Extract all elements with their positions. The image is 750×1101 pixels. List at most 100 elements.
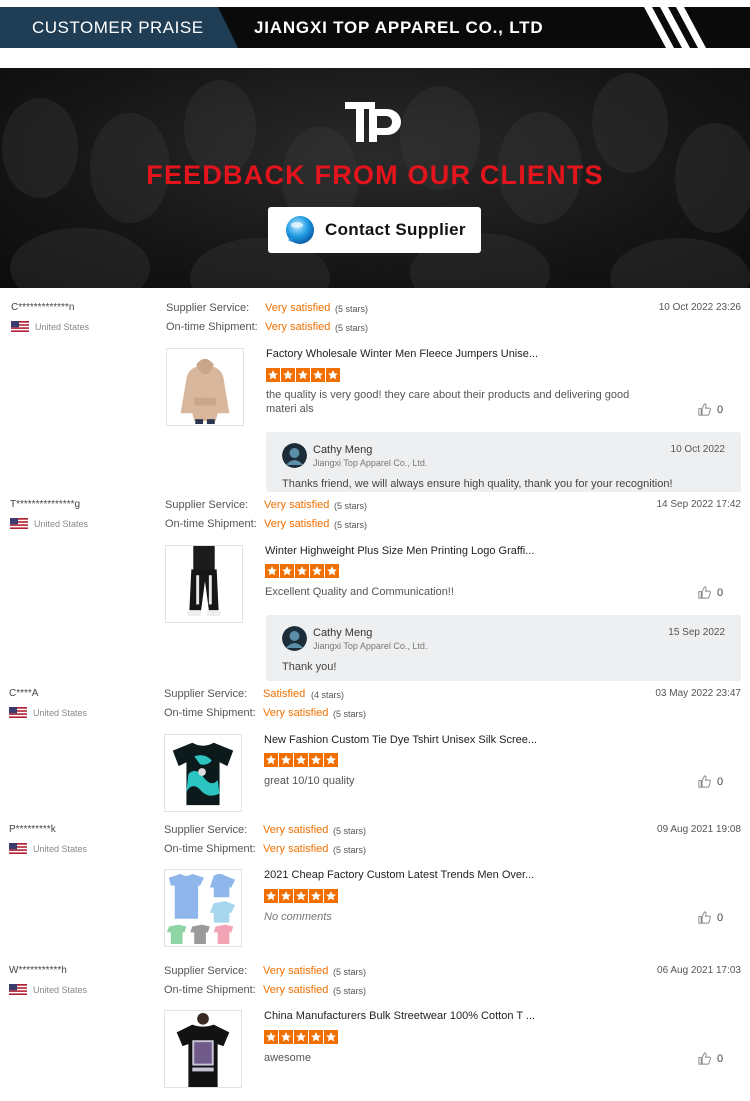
star-icon <box>311 368 325 382</box>
reply-author: Cathy Meng <box>313 444 373 456</box>
star-icon <box>264 753 278 767</box>
review-date: 09 Aug 2021 19:08 <box>657 824 741 835</box>
thumbs-up-icon <box>697 774 712 789</box>
product-image[interactable] <box>164 734 242 812</box>
shipment-label: On-time Shipment: <box>165 518 257 530</box>
review-item: W***********h United States Supplier Ser… <box>0 963 750 1093</box>
star-icon <box>279 1030 293 1044</box>
like-button[interactable]: 0 <box>697 402 723 417</box>
shipment-stars: (5 stars) <box>334 520 368 530</box>
us-flag-icon <box>10 518 28 529</box>
review-item: C****A United States Supplier Service: S… <box>0 686 750 816</box>
reviewer-country: United States <box>33 985 88 995</box>
star-icon <box>324 1030 338 1044</box>
reviewer-country: United States <box>33 708 88 718</box>
star-icon <box>326 368 340 382</box>
supplier-service-stars: (5 stars) <box>333 826 367 836</box>
star-icon <box>324 753 338 767</box>
supplier-service-rating: Very satisfied <box>263 824 329 836</box>
reviewer-country: United States <box>35 322 90 332</box>
shipment-label: On-time Shipment: <box>164 843 256 855</box>
shipment-rating: Very satisfied <box>264 518 330 530</box>
like-button[interactable]: 0 <box>697 1051 723 1066</box>
shipment-stars: (5 stars) <box>333 986 367 996</box>
star-icon <box>294 889 308 903</box>
like-button[interactable]: 0 <box>697 585 723 600</box>
reply-author: Cathy Meng <box>313 627 373 639</box>
star-icon <box>281 368 295 382</box>
review-item: T***************g United States Supplier… <box>0 497 750 683</box>
tp-logo-icon <box>345 102 401 142</box>
star-icon <box>309 889 323 903</box>
like-button[interactable]: 0 <box>697 910 723 925</box>
supplier-service-rating: Satisfied <box>263 688 306 700</box>
review-comment: No comments <box>264 911 332 923</box>
star-icon <box>265 564 279 578</box>
company-name: JIANGXI TOP APPAREL CO., LTD <box>254 18 544 37</box>
product-rating-stars <box>266 368 340 382</box>
reply-company: Jiangxi Top Apparel Co., Ltd. <box>313 458 428 468</box>
product-image[interactable] <box>165 545 243 623</box>
product-image[interactable] <box>164 1010 242 1088</box>
star-icon <box>295 564 309 578</box>
like-count: 0 <box>717 403 724 416</box>
header-bar: CUSTOMER PRAISE JIANGXI TOP APPAREL CO.,… <box>0 7 750 48</box>
us-flag-icon <box>9 707 27 718</box>
supplier-service-rating: Very satisfied <box>264 499 330 511</box>
reviewer-name: C*************n <box>11 302 75 313</box>
reply-text: Thank you! <box>282 661 337 673</box>
product-title[interactable]: New Fashion Custom Tie Dye Tshirt Unisex… <box>264 734 537 746</box>
star-icon <box>309 753 323 767</box>
shipment-label: On-time Shipment: <box>164 707 256 719</box>
reviewer-name: P*********k <box>9 824 56 835</box>
shipment-rating: Very satisfied <box>265 321 331 333</box>
star-icon <box>279 753 293 767</box>
like-count: 0 <box>717 586 724 599</box>
reply-date: 15 Sep 2022 <box>668 627 725 638</box>
chat-bubble-icon <box>286 216 314 244</box>
star-icon <box>324 889 338 903</box>
product-title[interactable]: Winter Highweight Plus Size Men Printing… <box>265 545 534 557</box>
shipment-stars: (5 stars) <box>333 845 367 855</box>
reply-text: Thanks friend, we will always ensure hig… <box>282 478 673 490</box>
star-icon <box>266 368 280 382</box>
supplier-service-rating: Very satisfied <box>263 965 329 977</box>
supplier-service-stars: (5 stars) <box>335 304 369 314</box>
thumbs-up-icon <box>697 1051 712 1066</box>
section-label: CUSTOMER PRAISE <box>0 7 238 48</box>
star-icon <box>294 1030 308 1044</box>
shipment-rating: Very satisfied <box>263 984 329 996</box>
reviewer-name: W***********h <box>9 965 67 976</box>
like-count: 0 <box>717 1052 724 1065</box>
us-flag-icon <box>9 843 27 854</box>
supplier-reply: Cathy Meng Jiangxi Top Apparel Co., Ltd.… <box>266 432 741 492</box>
star-icon <box>310 564 324 578</box>
like-button[interactable]: 0 <box>697 774 723 789</box>
shipment-rating: Very satisfied <box>263 843 329 855</box>
contact-supplier-button[interactable]: Contact Supplier <box>268 207 481 253</box>
banner-title: FEEDBACK FROM OUR CLIENTS <box>146 160 604 190</box>
contact-supplier-label: Contact Supplier <box>325 220 466 239</box>
thumbs-up-icon <box>697 585 712 600</box>
star-icon <box>264 889 278 903</box>
product-image[interactable] <box>166 348 244 426</box>
product-image[interactable] <box>164 869 242 947</box>
reply-date: 10 Oct 2022 <box>670 444 725 455</box>
product-title[interactable]: 2021 Cheap Factory Custom Latest Trends … <box>264 869 534 881</box>
review-comment: great 10/10 quality <box>264 775 355 787</box>
supplier-service-label: Supplier Service: <box>164 824 248 836</box>
review-item: C*************n United States Supplier S… <box>0 300 750 495</box>
us-flag-icon <box>11 321 29 332</box>
review-date: 03 May 2022 23:47 <box>655 688 741 699</box>
star-icon <box>280 564 294 578</box>
star-icon <box>294 753 308 767</box>
product-title[interactable]: China Manufacturers Bulk Streetwear 100%… <box>264 1010 535 1022</box>
review-comment: the quality is very good! they care abou… <box>266 389 630 415</box>
reviewer-name: T***************g <box>10 499 81 510</box>
product-title[interactable]: Factory Wholesale Winter Men Fleece Jump… <box>266 348 538 360</box>
like-count: 0 <box>717 775 724 788</box>
star-icon <box>279 889 293 903</box>
star-icon <box>309 1030 323 1044</box>
review-date: 06 Aug 2021 17:03 <box>657 965 741 976</box>
review-item: P*********k United States Supplier Servi… <box>0 822 750 952</box>
